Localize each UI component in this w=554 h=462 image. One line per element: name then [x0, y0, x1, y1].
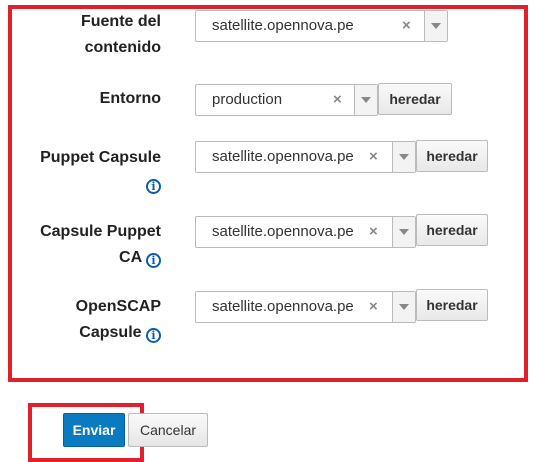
chevron-down-icon	[431, 23, 441, 29]
content-source-select[interactable]: satellite.opennova.pe ×	[195, 10, 448, 42]
openscap-capsule-inherit-button[interactable]: heredar	[416, 289, 488, 321]
chevron-down-icon	[361, 97, 371, 103]
content-source-label: Fuente del contenido	[80, 13, 161, 56]
info-icon[interactable]: i	[146, 328, 161, 343]
capsule-puppet-ca-label: Capsule Puppet CA i	[40, 223, 161, 268]
clear-icon[interactable]: ×	[369, 217, 378, 247]
puppet-capsule-select[interactable]: satellite.opennova.pe ×	[195, 141, 416, 173]
info-icon[interactable]: i	[146, 179, 161, 194]
cancel-button[interactable]: Cancelar	[128, 413, 208, 447]
clear-icon[interactable]: ×	[369, 292, 378, 322]
puppet-capsule-label: Puppet Capsule i	[40, 149, 161, 194]
clear-icon[interactable]: ×	[402, 11, 411, 41]
dropdown-toggle[interactable]	[424, 11, 447, 41]
capsule-puppet-ca-value: satellite.opennova.pe	[212, 223, 354, 240]
dropdown-toggle[interactable]	[354, 85, 377, 115]
clear-icon[interactable]: ×	[369, 142, 378, 172]
environment-inherit-button[interactable]: heredar	[378, 83, 452, 115]
puppet-capsule-inherit-button[interactable]: heredar	[416, 140, 488, 172]
openscap-capsule-select[interactable]: satellite.opennova.pe ×	[195, 291, 416, 323]
environment-label: Entorno	[99, 90, 161, 107]
submit-button[interactable]: Enviar	[63, 413, 125, 447]
environment-select[interactable]: production ×	[195, 84, 378, 116]
dropdown-toggle[interactable]	[392, 142, 415, 172]
capsule-puppet-ca-inherit-button[interactable]: heredar	[416, 214, 488, 246]
puppet-capsule-value: satellite.opennova.pe	[212, 148, 354, 165]
capsule-puppet-ca-select[interactable]: satellite.opennova.pe ×	[195, 216, 416, 248]
dropdown-toggle[interactable]	[392, 217, 415, 247]
dropdown-toggle[interactable]	[392, 292, 415, 322]
info-icon[interactable]: i	[146, 253, 161, 268]
openscap-capsule-label: OpenSCAP Capsule i	[75, 298, 161, 343]
chevron-down-icon	[399, 304, 409, 310]
clear-icon[interactable]: ×	[333, 85, 342, 115]
chevron-down-icon	[399, 229, 409, 235]
environment-value: production	[212, 91, 283, 108]
chevron-down-icon	[399, 154, 409, 160]
openscap-capsule-value: satellite.opennova.pe	[212, 298, 354, 315]
content-source-value: satellite.opennova.pe	[212, 17, 354, 34]
